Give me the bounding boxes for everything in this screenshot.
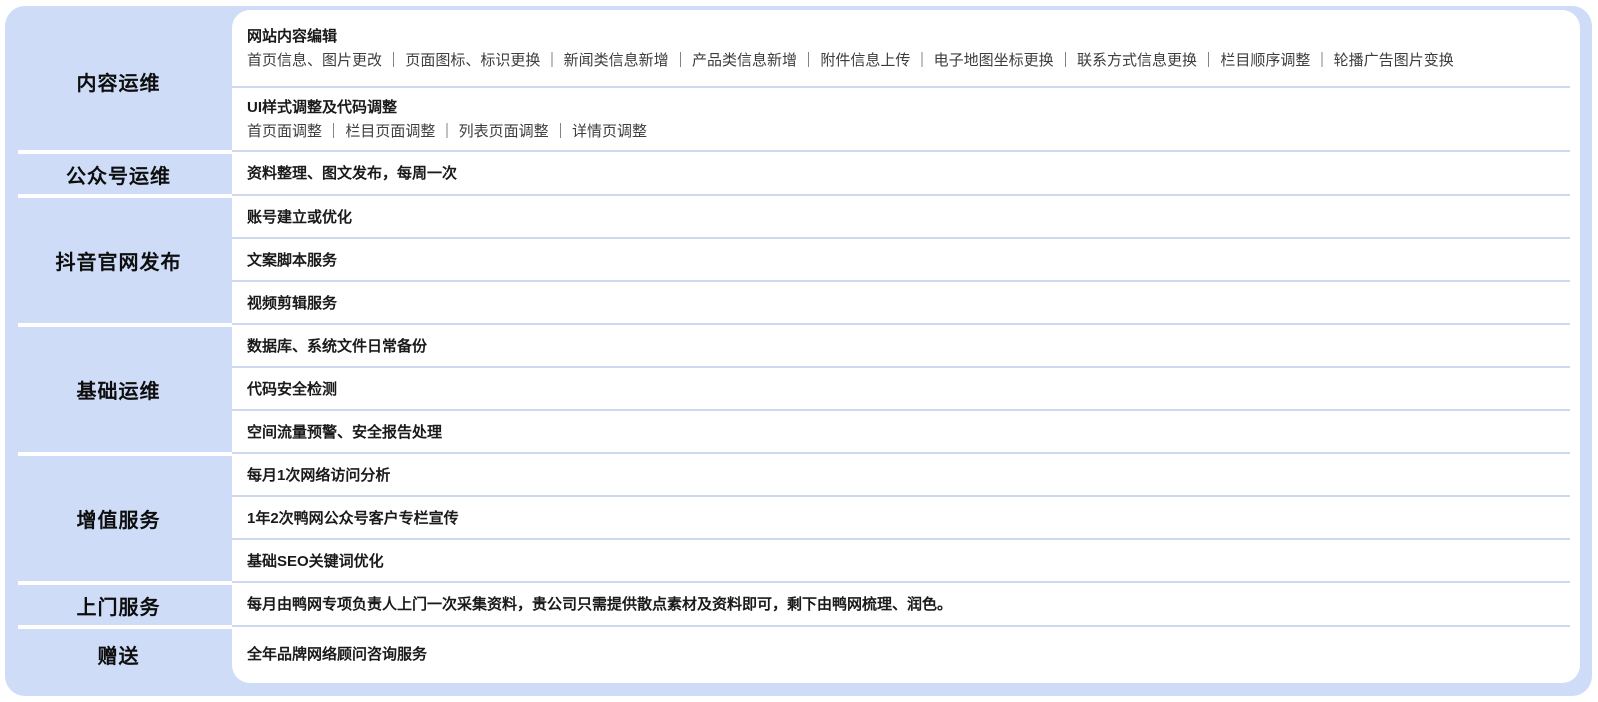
service-row: 基础SEO关键词优化 (232, 540, 1580, 583)
service-title: 资料整理、图文发布，每周一次 (247, 165, 458, 182)
service-detail: 首页面调整 ｜ 栏目页面调整 ｜ 列表页面调整 ｜ 详情页调整 (247, 123, 648, 140)
service-row: 每月1次网络访问分析 (232, 454, 1580, 497)
service-title: 数据库、系统文件日常备份 (247, 337, 428, 355)
service-row: 空间流量预警、安全报告处理 (232, 411, 1580, 454)
service-row: 代码安全检测 (232, 368, 1580, 411)
service-title: 网站内容编辑 (247, 28, 338, 45)
category-cell-value-added: 增值服务 (5, 454, 232, 585)
service-row: 1年2次鸭网公众号客户专栏宣传 (232, 497, 1580, 540)
category-label: 抖音官网发布 (55, 252, 182, 274)
service-table-image: 内容运维 公众号运维 抖音官网发布 基础运维 增值服务 上门服务 赠送 网站内容… (0, 0, 1598, 702)
category-column: 内容运维 公众号运维 抖音官网发布 基础运维 增值服务 上门服务 赠送 (5, 10, 232, 682)
service-row: 文案脚本服务 (232, 239, 1580, 282)
service-detail: 首页信息、图片更改 ｜ 页面图标、标识更换 ｜ 新闻类信息新增 ｜ 产品类信息新… (247, 52, 1454, 69)
service-row: UI样式调整及代码调整 首页面调整 ｜ 栏目页面调整 ｜ 列表页面调整 ｜ 详情… (232, 88, 1580, 152)
service-row: 账号建立或优化 (232, 196, 1580, 239)
service-title: UI样式调整及代码调整 (247, 99, 398, 116)
service-title: 文案脚本服务 (247, 251, 338, 269)
service-title: 账号建立或优化 (247, 208, 353, 226)
service-title: 1年2次鸭网公众号客户专栏宣传 (247, 509, 459, 527)
service-table-card: 内容运维 公众号运维 抖音官网发布 基础运维 增值服务 上门服务 赠送 网站内容… (5, 6, 1592, 696)
service-row: 每月由鸭网专项负责人上门一次采集资料，贵公司只需提供散点素材及资料即可，剩下由鸭… (232, 583, 1580, 627)
service-detail-panel: 网站内容编辑 首页信息、图片更改 ｜ 页面图标、标识更换 ｜ 新闻类信息新增 ｜… (232, 10, 1580, 683)
category-cell-onsite: 上门服务 (5, 583, 232, 629)
service-title: 代码安全检测 (247, 380, 338, 398)
category-cell-basic-ops: 基础运维 (5, 325, 232, 456)
service-title: 每月1次网络访问分析 (247, 466, 391, 484)
category-label: 增值服务 (76, 510, 161, 532)
service-row: 视频剪辑服务 (232, 282, 1580, 325)
category-cell-content-ops: 内容运维 (5, 10, 232, 154)
category-cell-gift: 赠送 (5, 627, 232, 682)
category-label: 赠送 (97, 646, 140, 668)
service-row: 网站内容编辑 首页信息、图片更改 ｜ 页面图标、标识更换 ｜ 新闻类信息新增 ｜… (232, 10, 1580, 88)
category-label: 基础运维 (76, 381, 161, 403)
service-title: 基础SEO关键词优化 (247, 552, 384, 570)
service-title: 全年品牌网络顾问咨询服务 (247, 645, 428, 663)
service-title: 空间流量预警、安全报告处理 (247, 423, 443, 441)
service-row: 全年品牌网络顾问咨询服务 (232, 627, 1580, 682)
service-title: 视频剪辑服务 (247, 294, 338, 312)
service-title: 每月由鸭网专项负责人上门一次采集资料，贵公司只需提供散点素材及资料即可，剩下由鸭… (247, 596, 953, 613)
service-row: 资料整理、图文发布，每周一次 (232, 152, 1580, 196)
service-row: 数据库、系统文件日常备份 (232, 325, 1580, 368)
category-cell-douyin-publish: 抖音官网发布 (5, 196, 232, 327)
category-label: 公众号运维 (66, 165, 171, 188)
category-cell-wechat-ops: 公众号运维 (5, 152, 232, 198)
category-label: 内容运维 (76, 72, 161, 95)
category-label: 上门服务 (76, 596, 161, 619)
